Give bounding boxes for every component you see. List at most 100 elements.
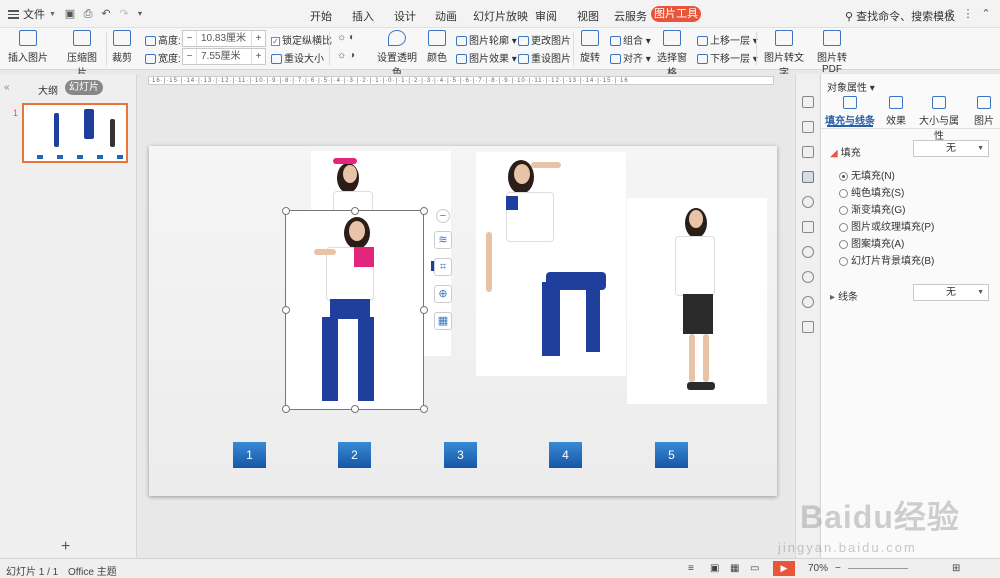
line-dropdown[interactable]: 无 ▼	[913, 284, 989, 301]
customize-icon[interactable]: ▾	[134, 8, 146, 20]
search-command[interactable]: ⚲ 查找命令、搜索模板	[845, 8, 955, 24]
zoom-icon[interactable]: ⊕	[434, 285, 452, 303]
picture-tools-float-icon[interactable]: ▦	[434, 312, 452, 330]
number-box-1[interactable]: 1	[233, 442, 266, 468]
width-field[interactable]: − 7.55厘米 +	[182, 48, 266, 65]
group-button[interactable]: 组合 ▾	[610, 32, 651, 47]
selection-pane-button[interactable]: 选择窗格	[654, 30, 690, 79]
tab-outline[interactable]: 大纲	[38, 82, 58, 97]
notes-icon[interactable]: ≡	[688, 563, 694, 574]
tab-fill-line[interactable]: 填充与线条	[825, 96, 875, 127]
add-slide-button[interactable]: +	[61, 538, 70, 556]
picture-3[interactable]	[476, 152, 626, 376]
redo-icon[interactable]: ↷	[118, 8, 130, 20]
print-icon[interactable]: ⎙	[82, 8, 94, 20]
share-icon[interactable]	[802, 246, 814, 258]
resize-handle-e[interactable]	[420, 306, 428, 314]
star-icon[interactable]	[802, 196, 814, 208]
tab-slideshow[interactable]: 幻灯片放映	[473, 8, 528, 24]
radio-picture-texture-fill[interactable]: 图片或纹理填充(P)	[839, 218, 934, 233]
picture-to-text-button[interactable]: 图片转文字	[762, 30, 806, 79]
apps-icon[interactable]	[802, 321, 814, 333]
compress-picture-button[interactable]: 压缩图片	[63, 30, 101, 79]
zoom-slider[interactable]	[848, 568, 908, 569]
picture-2-selected[interactable]	[282, 207, 428, 413]
color-button[interactable]: 颜色	[424, 30, 450, 64]
tab-home[interactable]: 开始	[310, 8, 332, 24]
change-picture-button[interactable]: 更改图片	[518, 32, 571, 47]
height-field[interactable]: − 10.83厘米 +	[182, 30, 266, 47]
lock-ratio-checkbox[interactable]: ✓ 锁定纵横比	[271, 32, 332, 47]
layers-icon[interactable]: ≋	[434, 231, 452, 249]
tab-design[interactable]: 设计	[394, 8, 416, 24]
resize-handle-w[interactable]	[282, 306, 290, 314]
collapse-panel-icon[interactable]: «	[4, 82, 10, 93]
reset-size-button[interactable]: 重设大小	[271, 50, 324, 65]
tab-slides[interactable]: 幻灯片	[65, 80, 103, 95]
fill-dropdown[interactable]: 无 ▼	[913, 140, 989, 157]
plus-icon[interactable]: +	[251, 31, 265, 46]
radio-slide-background-fill[interactable]: 幻灯片背景填充(B)	[839, 252, 934, 267]
minus-icon[interactable]: −	[183, 49, 197, 64]
sorter-view-icon[interactable]: ▦	[730, 563, 739, 574]
help-icon[interactable]: ?	[944, 8, 956, 20]
picture-outline-button[interactable]: 图片轮廓 ▾	[456, 32, 517, 47]
tab-size-properties[interactable]: 大小与属性	[915, 96, 963, 142]
play-icon[interactable]: ▶	[773, 561, 795, 576]
insert-picture-button[interactable]: 插入图片	[8, 30, 48, 64]
minus-icon[interactable]: −	[183, 31, 197, 46]
normal-view-icon[interactable]: ▣	[710, 563, 719, 574]
resize-handle-se[interactable]	[420, 405, 428, 413]
slide[interactable]: 1 2 3 4 5	[149, 146, 777, 496]
plus-icon[interactable]: +	[251, 49, 265, 64]
bring-forward-button[interactable]: 上移一层 ▾	[697, 32, 758, 47]
zoom-level[interactable]: 70%	[808, 563, 828, 574]
box-icon[interactable]	[802, 221, 814, 233]
tab-effect[interactable]: 效果	[881, 96, 911, 127]
resize-handle-nw[interactable]	[282, 207, 290, 215]
tab-animation[interactable]: 动画	[435, 8, 457, 24]
tab-picture-tools[interactable]: 图片工具	[651, 6, 701, 22]
slide-thumbnail[interactable]	[22, 103, 128, 163]
crop-float-icon[interactable]: ⌗	[434, 258, 452, 276]
resize-handle-ne[interactable]	[420, 207, 428, 215]
number-box-4[interactable]: 4	[549, 442, 582, 468]
number-box-5[interactable]: 5	[655, 442, 688, 468]
send-backward-button[interactable]: 下移一层 ▾	[697, 50, 758, 65]
resize-handle-sw[interactable]	[282, 405, 290, 413]
contrast-icon[interactable]: ☼ ◑	[337, 50, 355, 61]
number-box-3[interactable]: 3	[444, 442, 477, 468]
tab-insert[interactable]: 插入	[352, 8, 374, 24]
collapse-ribbon-icon[interactable]: ⌃	[980, 8, 992, 20]
more-icon[interactable]: ⋮	[962, 8, 974, 20]
brightness-icon[interactable]: ☼ ◐	[337, 32, 355, 43]
file-menu[interactable]: 文件 ▼	[8, 6, 56, 22]
shapes-icon[interactable]	[802, 146, 814, 158]
tab-picture[interactable]: 图片	[971, 96, 997, 127]
picture-effect-button[interactable]: 图片效果 ▾	[456, 50, 517, 65]
rotate-button[interactable]: 旋转	[578, 30, 602, 64]
radio-gradient-fill[interactable]: 渐变填充(G)	[839, 201, 905, 216]
help-icon[interactable]	[802, 296, 814, 308]
radio-pattern-fill[interactable]: 图案填充(A)	[839, 235, 904, 250]
zoom-out-icon[interactable]: −	[835, 563, 841, 574]
number-box-2[interactable]: 2	[338, 442, 371, 468]
radio-solid-fill[interactable]: 纯色填充(S)	[839, 184, 904, 199]
resize-handle-s[interactable]	[351, 405, 359, 413]
fill-section-header[interactable]: ◢ 填充	[830, 144, 861, 159]
undo-icon[interactable]: ↶	[100, 8, 112, 20]
properties-icon[interactable]	[802, 171, 814, 183]
save-icon[interactable]: ▣	[64, 8, 76, 20]
set-transparent-button[interactable]: 设置透明色	[374, 30, 420, 79]
picture-to-pdf-button[interactable]: 图片转PDF	[810, 30, 854, 75]
panel-title[interactable]: 对象属性 ▾	[827, 79, 875, 94]
tab-review[interactable]: 审阅	[535, 8, 557, 24]
fit-icon[interactable]: ⊞	[952, 563, 960, 574]
reset-picture-button[interactable]: 重设图片	[518, 50, 571, 65]
resize-handle-n[interactable]	[351, 207, 359, 215]
tab-view[interactable]: 视图	[577, 8, 599, 24]
copy-icon[interactable]	[802, 121, 814, 133]
star-sparkle-icon[interactable]	[802, 96, 814, 108]
line-section-header[interactable]: ▸ 线条	[830, 288, 858, 303]
radio-no-fill[interactable]: 无填充(N)	[839, 167, 895, 182]
